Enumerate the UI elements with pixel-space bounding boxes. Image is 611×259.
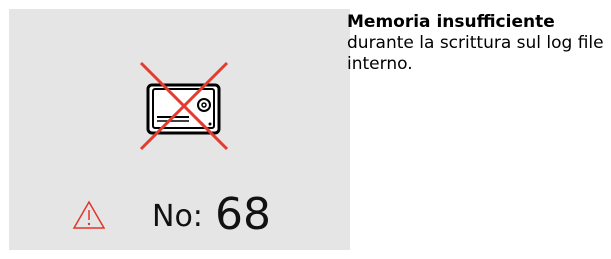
warning-triangle-icon bbox=[72, 200, 106, 230]
error-number-label: No: bbox=[152, 199, 203, 234]
error-panel: No: 68 bbox=[9, 9, 350, 250]
error-number-value: 68 bbox=[215, 189, 271, 240]
memory-storage-error-icon bbox=[129, 53, 239, 159]
error-message-title: Memoria insufficiente bbox=[347, 12, 555, 32]
error-message: Memoria insufficiente durante la scrittu… bbox=[347, 12, 605, 75]
error-message-body: durante la scrittura sul log file intern… bbox=[347, 33, 604, 74]
